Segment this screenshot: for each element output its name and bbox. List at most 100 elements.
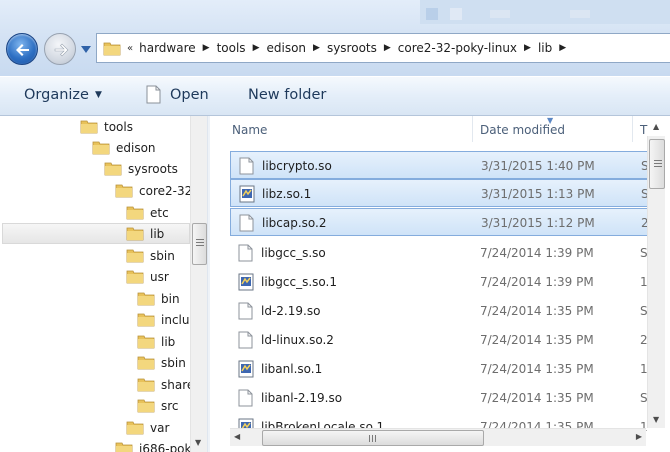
tree-item-bin[interactable]: bin (137, 288, 180, 309)
tree-item-lib[interactable]: lib (126, 223, 164, 244)
command-bar: Organize ▼ Open New folder (0, 76, 670, 116)
file-row[interactable]: libanl-2.19.so 7/24/2014 1:35 PM S (230, 384, 650, 412)
tree-item-label: src (161, 398, 179, 413)
new-folder-button[interactable]: New folder (248, 87, 326, 103)
grip-line (654, 163, 662, 164)
column-header-type[interactable]: T (640, 123, 647, 137)
breadcrumb-item-hardware[interactable]: hardware (139, 41, 196, 55)
chevron-right-icon[interactable]: ▶ (384, 43, 391, 53)
breadcrumb-item-tools[interactable]: tools (217, 41, 246, 55)
breadcrumb-item-sysroots[interactable]: sysroots (327, 41, 377, 55)
file-name: libcap.so.2 (262, 216, 327, 230)
file-row[interactable]: ld-linux.so.2 7/24/2014 1:35 PM 2 (230, 326, 650, 354)
file-date-modified: 7/24/2014 1:35 PM (480, 304, 594, 318)
scrollbar-thumb[interactable] (262, 430, 484, 446)
column-header-name[interactable]: Name (232, 123, 267, 137)
tree-item-tools[interactable]: tools (80, 116, 133, 137)
forward-arrow-icon (54, 43, 69, 57)
scroll-left-arrow-icon[interactable]: ◀ (234, 432, 240, 441)
tree-item-sysroots[interactable]: sysroots (104, 158, 178, 179)
file-row[interactable]: libz.so.1 3/31/2015 1:13 PM S (230, 179, 650, 207)
tree-item-label: lib (161, 334, 176, 349)
breadcrumb-item-core2-32-poky-linux[interactable]: core2-32-poky-linux (398, 41, 517, 55)
scrollbar-thumb[interactable] (192, 223, 207, 265)
scroll-down-arrow-icon[interactable]: ▼ (653, 415, 659, 424)
grip-line (369, 435, 370, 442)
file-list-horizontal-scrollbar[interactable]: ◀ ▶ (230, 428, 646, 446)
tree-item-etc[interactable]: etc (126, 202, 169, 223)
chevron-right-icon[interactable]: ▶ (524, 43, 531, 53)
scroll-down-arrow-icon[interactable]: ▼ (195, 438, 201, 447)
folder-icon (126, 249, 144, 263)
dll-icon (239, 185, 255, 203)
scrollbar-thumb[interactable] (649, 139, 665, 189)
folder-icon (126, 421, 144, 435)
column-separator[interactable] (632, 116, 633, 142)
file-date-modified: 3/31/2015 1:13 PM (481, 187, 595, 201)
tree-item-label: usr (150, 269, 169, 284)
column-separator[interactable] (472, 116, 473, 142)
breadcrumb-item-lib[interactable]: lib (538, 41, 552, 55)
tree-item-src[interactable]: src (137, 395, 179, 416)
chevron-right-icon[interactable]: ▶ (253, 43, 260, 53)
folder-icon (104, 162, 122, 176)
folder-icon (126, 270, 144, 284)
file-name: libanl.so.1 (261, 362, 323, 376)
dll-icon (238, 273, 254, 291)
organize-button[interactable]: Organize ▼ (24, 87, 102, 103)
tree-item-sbin[interactable]: sbin (126, 245, 175, 266)
column-header-date-modified[interactable]: Date modified (480, 123, 565, 137)
file-row[interactable]: libanl.so.1 7/24/2014 1:35 PM 1 (230, 355, 650, 383)
file-row[interactable]: ld-2.19.so 7/24/2014 1:35 PM S (230, 297, 650, 325)
tree-item-include[interactable]: incluc (137, 309, 196, 330)
file-name: ld-2.19.so (261, 304, 321, 318)
address-field[interactable]: « hardware ▶ tools ▶ edison ▶ sysroots ▶… (96, 33, 670, 63)
tree-item-share[interactable]: share (137, 374, 194, 395)
forward-button[interactable] (44, 33, 76, 65)
tree-item-usr[interactable]: usr (126, 266, 169, 287)
file-name: ld-linux.so.2 (261, 333, 334, 347)
navigation-vertical-scrollbar[interactable]: ▼ (190, 116, 207, 452)
file-icon (238, 389, 253, 407)
tree-item-i686-poky[interactable]: i686-poky (115, 438, 198, 452)
title-bar-decoration (420, 0, 670, 24)
folder-icon (80, 120, 98, 134)
breadcrumb-item-edison[interactable]: edison (266, 41, 306, 55)
tree-item-label: core2-32 (139, 183, 193, 198)
folder-icon (137, 356, 155, 370)
open-label: Open (170, 86, 209, 103)
file-date-modified: 7/24/2014 1:39 PM (480, 275, 594, 289)
tree-item-var[interactable]: var (126, 417, 169, 438)
grip-line (196, 242, 204, 243)
address-bar-region: « hardware ▶ tools ▶ edison ▶ sysroots ▶… (0, 0, 670, 76)
tree-item-label: bin (161, 291, 180, 306)
open-button[interactable]: Open (146, 85, 209, 104)
recent-pages-dropdown-icon[interactable] (81, 46, 91, 53)
file-icon (239, 214, 254, 232)
chevron-down-icon: ▼ (94, 90, 102, 100)
new-folder-label: New folder (248, 87, 327, 103)
back-button[interactable] (6, 33, 38, 65)
file-row[interactable]: libgcc_s.so 7/24/2014 1:39 PM S (230, 239, 650, 267)
scroll-up-arrow-icon[interactable]: ▲ (653, 122, 659, 131)
file-row[interactable]: libcap.so.2 3/31/2015 1:12 PM 2 (230, 208, 650, 236)
file-date-modified: 7/24/2014 1:39 PM (480, 246, 594, 260)
file-list-vertical-scrollbar[interactable]: ▲ ▼ (647, 122, 665, 428)
tree-item-usr-sbin[interactable]: sbin (137, 352, 186, 373)
chevron-right-icon[interactable]: ▶ (313, 43, 320, 53)
chevron-right-icon[interactable]: ▶ (559, 43, 566, 53)
document-icon (146, 85, 161, 104)
file-row[interactable]: libcrypto.so 3/31/2015 1:40 PM S (230, 151, 650, 179)
scroll-right-arrow-icon[interactable]: ▶ (636, 432, 642, 441)
tree-item-edison[interactable]: edison (92, 137, 156, 158)
breadcrumb-overflow-button[interactable]: « (127, 43, 133, 54)
file-date-modified: 7/24/2014 1:35 PM (480, 362, 594, 376)
tree-item-usr-lib[interactable]: lib (137, 331, 175, 352)
tree-item-label: edison (116, 140, 156, 155)
grip-line (654, 160, 662, 161)
chevron-right-icon[interactable]: ▶ (203, 43, 210, 53)
tree-item-core2-32[interactable]: core2-32 (115, 180, 192, 201)
file-row[interactable]: libgcc_s.so.1 7/24/2014 1:39 PM 1 (230, 268, 650, 296)
grip-line (196, 245, 204, 246)
tree-item-label: tools (104, 119, 133, 134)
